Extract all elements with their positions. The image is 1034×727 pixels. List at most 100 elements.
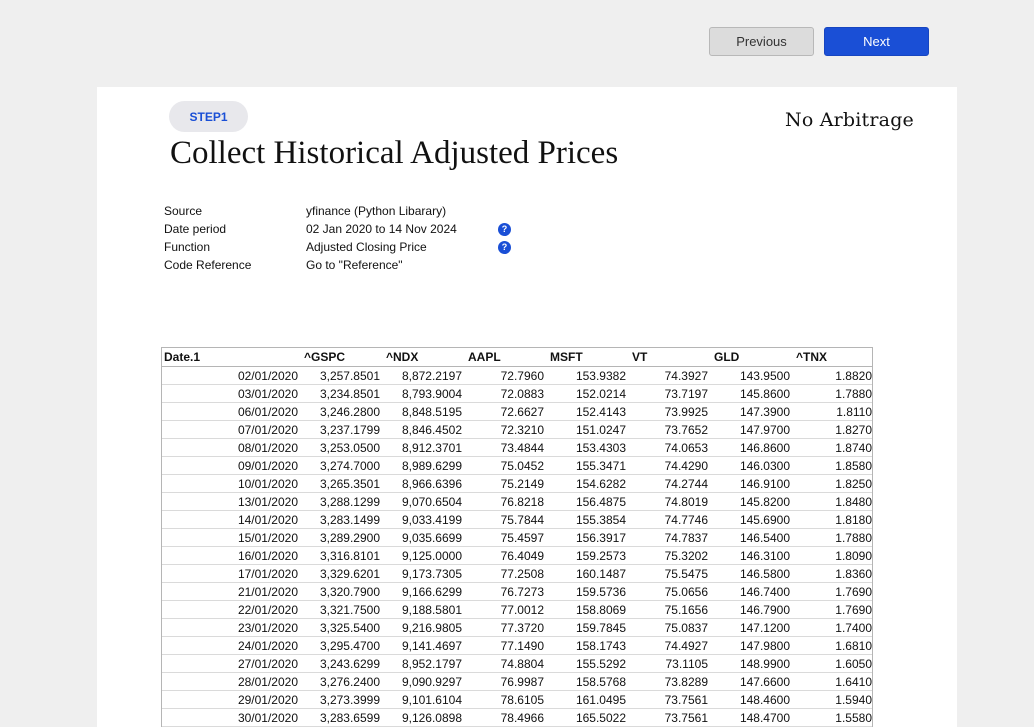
price-cell: 74.7746 — [630, 510, 712, 529]
price-cell: 1.8360 — [794, 564, 872, 583]
price-cell: 76.9987 — [466, 672, 548, 691]
price-cell: 158.8069 — [548, 600, 630, 619]
table-row: 29/01/2020 3,273.3999 9,101.6104 78.6105 161… — [162, 690, 872, 709]
price-cell: 73.7652 — [630, 420, 712, 439]
price-cell: 9,090.9297 — [384, 672, 466, 691]
price-cell: 75.7844 — [466, 510, 548, 529]
price-cell: 8,989.6299 — [384, 456, 466, 475]
date-cell: 08/01/2020 — [162, 438, 302, 457]
price-cell: 3,265.3501 — [302, 474, 384, 493]
price-cell: 9,188.5801 — [384, 600, 466, 619]
question-circle-icon[interactable]: ? — [498, 240, 511, 254]
price-cell: 151.0247 — [548, 420, 630, 439]
price-cell: 75.3202 — [630, 546, 712, 565]
price-cell: 146.9100 — [712, 474, 794, 493]
date-cell: 17/01/2020 — [162, 564, 302, 583]
price-cell: 155.3471 — [548, 456, 630, 475]
info-row-source: Source yfinance (Python Libarary) — [164, 202, 498, 220]
price-cell: 73.1105 — [630, 654, 712, 673]
table-row: 08/01/2020 3,253.0500 8,912.3701 73.4844 153… — [162, 438, 872, 457]
price-cell: 1.7690 — [794, 600, 872, 619]
price-cell: 9,173.7305 — [384, 564, 466, 583]
price-cell: 72.3210 — [466, 420, 548, 439]
price-cell: 1.5940 — [794, 690, 872, 709]
price-cell: 3,320.7900 — [302, 582, 384, 601]
price-cell: 146.5400 — [712, 528, 794, 547]
column-header: AAPL — [466, 348, 548, 367]
price-cell: 8,872.2197 — [384, 366, 466, 385]
table-row: 10/01/2020 3,265.3501 8,966.6396 75.2149 154… — [162, 474, 872, 493]
price-cell: 74.7837 — [630, 528, 712, 547]
price-cell: 1.7690 — [794, 582, 872, 601]
price-cell: 9,166.6299 — [384, 582, 466, 601]
next-button[interactable]: Next — [824, 27, 929, 56]
date-cell: 21/01/2020 — [162, 582, 302, 601]
price-cell: 8,846.4502 — [384, 420, 466, 439]
price-cell: 75.2149 — [466, 474, 548, 493]
price-cell: 3,329.6201 — [302, 564, 384, 583]
table-row: 16/01/2020 3,316.8101 9,125.0000 76.4049 159… — [162, 546, 872, 565]
price-cell: 1.7400 — [794, 618, 872, 637]
price-cell: 76.4049 — [466, 546, 548, 565]
previous-button[interactable]: Previous — [709, 27, 814, 56]
info-label: Code Reference — [164, 258, 252, 272]
price-cell: 3,274.7000 — [302, 456, 384, 475]
price-cell: 146.3100 — [712, 546, 794, 565]
question-circle-icon[interactable]: ? — [498, 222, 511, 236]
price-cell: 72.7960 — [466, 366, 548, 385]
price-cell: 74.8019 — [630, 492, 712, 511]
date-cell: 03/01/2020 — [162, 384, 302, 403]
price-cell: 1.7880 — [794, 384, 872, 403]
price-cell: 153.9382 — [548, 366, 630, 385]
table-row: 02/01/2020 3,257.8501 8,872.2197 72.7960 153… — [162, 366, 872, 385]
price-cell: 8,952.1797 — [384, 654, 466, 673]
price-cell: 156.4875 — [548, 492, 630, 511]
price-cell: 72.6627 — [466, 402, 548, 421]
table-row: 22/01/2020 3,321.7500 9,188.5801 77.0012 158… — [162, 600, 872, 619]
price-cell: 146.7400 — [712, 582, 794, 601]
price-cell: 8,848.5195 — [384, 402, 466, 421]
price-cell: 147.3900 — [712, 402, 794, 421]
price-cell: 74.2744 — [630, 474, 712, 493]
info-label: Function — [164, 240, 211, 254]
price-cell: 9,101.6104 — [384, 690, 466, 709]
date-cell: 27/01/2020 — [162, 654, 302, 673]
info-value: Adjusted Closing Price — [306, 240, 427, 254]
price-cell: 3,246.2800 — [302, 402, 384, 421]
price-cell: 9,125.0000 — [384, 546, 466, 565]
price-cell: 3,325.5400 — [302, 618, 384, 637]
table-row: 27/01/2020 3,243.6299 8,952.1797 74.8804 155… — [162, 654, 872, 673]
table-row: 17/01/2020 3,329.6201 9,173.7305 77.2508 160… — [162, 564, 872, 583]
date-cell: 09/01/2020 — [162, 456, 302, 475]
price-cell: 155.5292 — [548, 654, 630, 673]
price-cell: 1.8480 — [794, 492, 872, 511]
table-row: 13/01/2020 3,288.1299 9,070.6504 76.8218 156… — [162, 492, 872, 511]
price-cell: 152.4143 — [548, 402, 630, 421]
price-cell: 1.7880 — [794, 528, 872, 547]
price-cell: 78.6105 — [466, 690, 548, 709]
column-header: ^GSPC — [302, 348, 384, 367]
price-cell: 148.4600 — [712, 690, 794, 709]
price-cell: 3,316.8101 — [302, 546, 384, 565]
price-cell: 73.7561 — [630, 690, 712, 709]
price-cell: 156.3917 — [548, 528, 630, 547]
price-cell: 9,216.9805 — [384, 618, 466, 637]
table-row: 24/01/2020 3,295.4700 9,141.4697 77.1490 158… — [162, 636, 872, 655]
price-cell: 1.8250 — [794, 474, 872, 493]
price-cell: 159.5736 — [548, 582, 630, 601]
price-cell: 160.1487 — [548, 564, 630, 583]
column-header: MSFT — [548, 348, 630, 367]
date-cell: 28/01/2020 — [162, 672, 302, 691]
table-row: 28/01/2020 3,276.2400 9,090.9297 76.9987 158… — [162, 672, 872, 691]
price-cell: 145.8200 — [712, 492, 794, 511]
info-label: Source — [164, 204, 203, 218]
price-cell: 77.3720 — [466, 618, 548, 637]
price-cell: 73.4844 — [466, 438, 548, 457]
page-title: Collect Historical Adjusted Prices — [170, 135, 619, 171]
price-cell: 8,912.3701 — [384, 438, 466, 457]
code-reference-link[interactable]: Go to "Reference" — [306, 258, 498, 272]
price-cell: 145.8600 — [712, 384, 794, 403]
price-cell: 3,289.2900 — [302, 528, 384, 547]
column-header: Date.1 — [162, 348, 302, 367]
price-cell: 145.6900 — [712, 510, 794, 529]
